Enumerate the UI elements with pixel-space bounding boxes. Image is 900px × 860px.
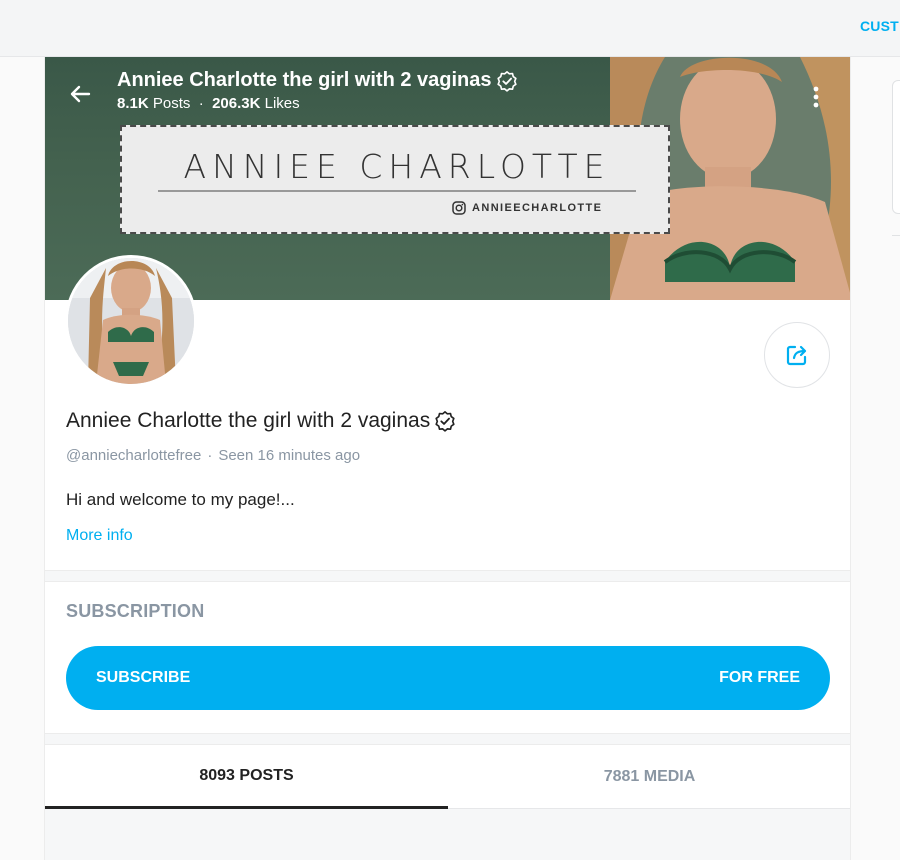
- profile-meta: @anniecharlottefree · Seen 16 minutes ago: [66, 447, 361, 464]
- name-banner: ANNIEE CHARLOTTE ANNIEECHARLOTTE: [120, 125, 670, 234]
- profile-handle: @anniecharlottefree: [66, 447, 202, 464]
- subscribe-label: SUBSCRIBE: [96, 669, 191, 686]
- posts-count: 8.1K: [117, 95, 149, 112]
- profile-display-name: Anniee Charlotte the girl with 2 vaginas: [66, 409, 431, 432]
- top-bar: CUST: [0, 0, 900, 57]
- banner-instagram: ANNIEECHARLOTTE: [452, 201, 602, 215]
- instagram-icon: [452, 201, 466, 215]
- cover-title: Anniee Charlotte the girl with 2 vaginas: [117, 69, 518, 92]
- profile-panel: ANNIEE CHARLOTTE ANNIEECHARLOTTE Anniee …: [44, 57, 851, 860]
- avatar-image: [68, 258, 194, 384]
- cover-image: ANNIEE CHARLOTTE ANNIEECHARLOTTE Anniee …: [45, 57, 850, 300]
- sidebar-card: [892, 80, 900, 214]
- subscribe-price: FOR FREE: [719, 669, 800, 686]
- banner-name: ANNIEE CHARLOTTE: [183, 147, 611, 186]
- customer-link[interactable]: CUST: [860, 18, 899, 34]
- share-button[interactable]: [764, 322, 830, 388]
- content-tabs: 8093 POSTS 7881 MEDIA: [45, 745, 850, 809]
- section-divider: [45, 570, 850, 582]
- share-icon: [786, 345, 807, 366]
- avatar[interactable]: [65, 255, 197, 387]
- verified-icon: [435, 411, 455, 432]
- likes-count: 206.3K: [212, 95, 261, 112]
- back-arrow-icon[interactable]: [67, 81, 93, 107]
- more-info-link[interactable]: More info: [66, 527, 133, 545]
- subscribe-button[interactable]: SUBSCRIBE FOR FREE: [66, 646, 830, 710]
- section-divider: [45, 733, 850, 745]
- cover-display-name: Anniee Charlotte the girl with 2 vaginas: [117, 69, 492, 91]
- tab-media[interactable]: 7881 MEDIA: [448, 745, 850, 809]
- profile-name: Anniee Charlotte the girl with 2 vaginas: [66, 409, 456, 433]
- kebab-menu-icon[interactable]: [811, 83, 821, 111]
- instagram-handle: ANNIEECHARLOTTE: [472, 202, 603, 214]
- profile-bio: Hi and welcome to my page!...: [66, 490, 295, 509]
- banner-rule: [158, 190, 636, 192]
- likes-label: Likes: [264, 95, 300, 112]
- posts-label: Posts: [152, 95, 191, 112]
- verified-icon: [496, 70, 517, 92]
- tab-posts[interactable]: 8093 POSTS: [45, 745, 448, 809]
- cover-stats: 8.1K Posts · 206.3K Likes: [117, 95, 300, 112]
- cover-header: Anniee Charlotte the girl with 2 vaginas…: [117, 69, 518, 112]
- last-seen: Seen 16 minutes ago: [218, 447, 361, 464]
- subscription-heading: SUBSCRIPTION: [66, 601, 205, 621]
- feed-area: [45, 809, 850, 860]
- sidebar-divider: [892, 235, 900, 236]
